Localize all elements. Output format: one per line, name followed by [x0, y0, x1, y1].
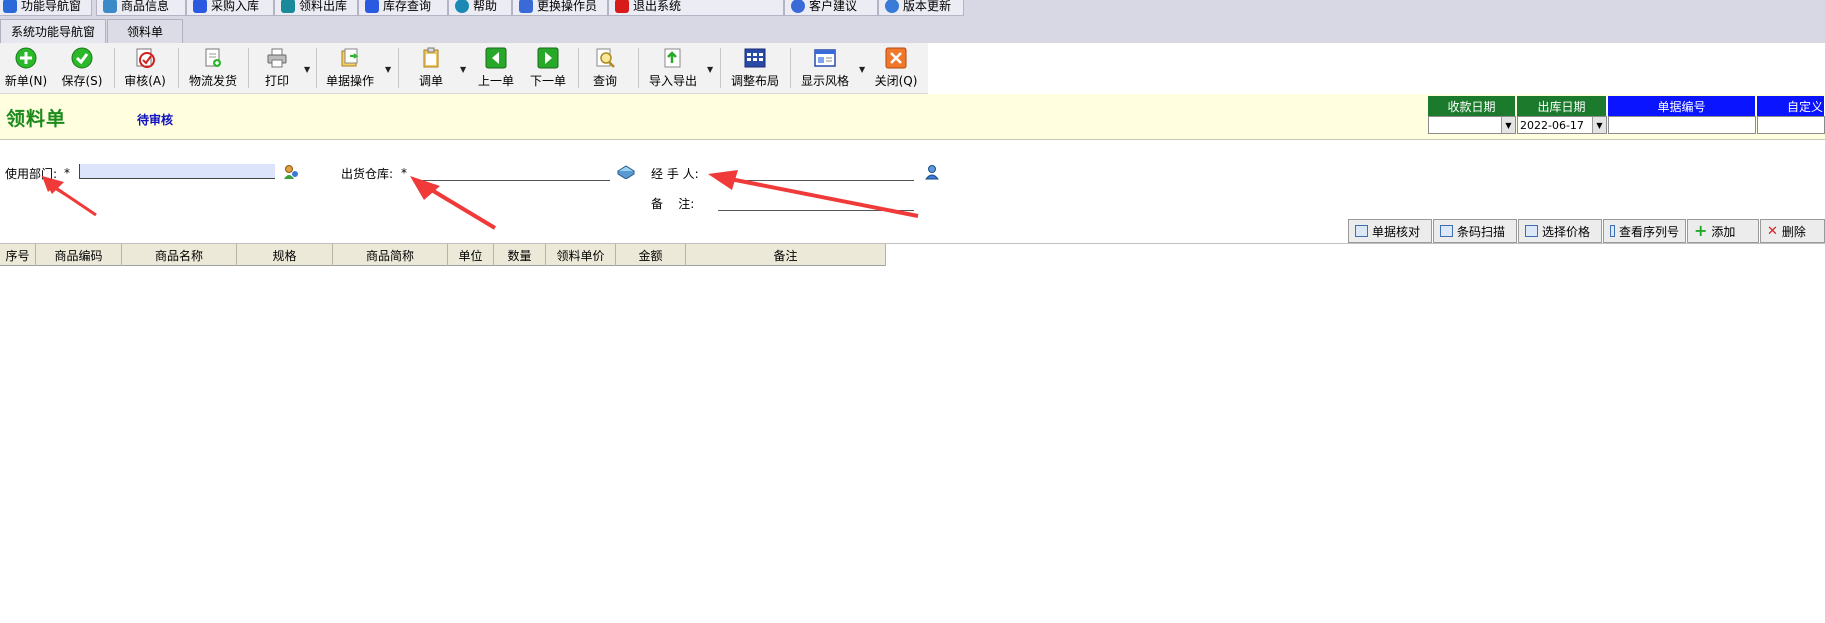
annotation-arrow: [42, 176, 97, 217]
annotation-arrow: [708, 170, 919, 218]
annotation-arrow: [410, 176, 497, 230]
annotation-arrows: [42, 170, 919, 230]
